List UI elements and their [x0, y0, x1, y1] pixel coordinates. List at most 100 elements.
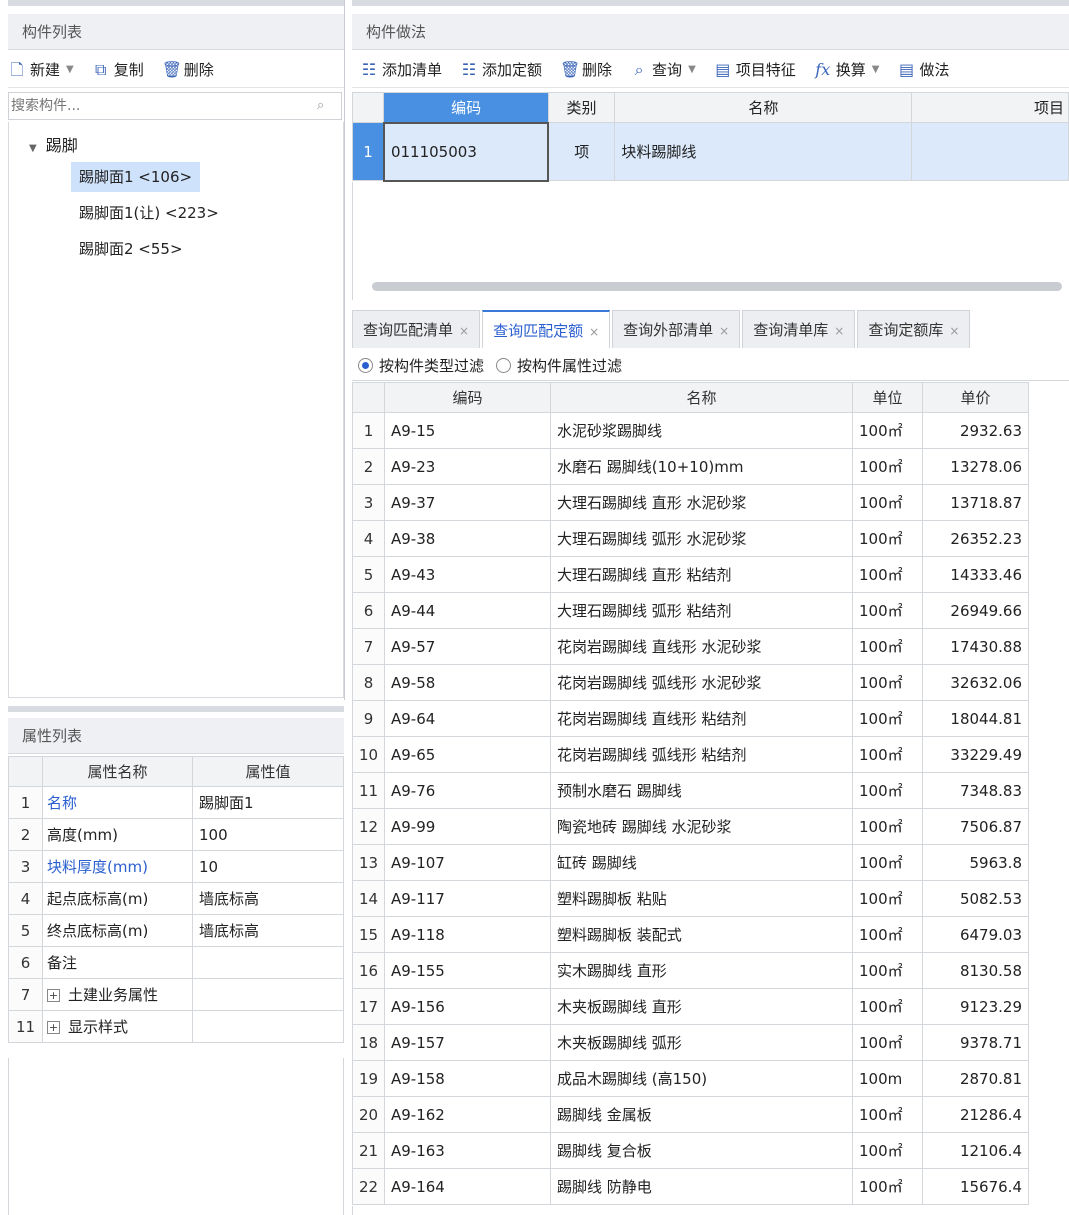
code-cell[interactable]: A9-64 [384, 700, 551, 737]
radio-unselected-icon[interactable] [496, 357, 512, 373]
code-cell[interactable]: A9-118 [384, 916, 551, 953]
panel-drag-strip[interactable] [8, 0, 344, 6]
table-row[interactable]: 18 A9-157 木夹板踢脚线 弧形 100㎡ 9378.71 [352, 1024, 1029, 1061]
code-cell[interactable]: A9-23 [384, 448, 551, 485]
col-price[interactable]: 单价 [922, 382, 1029, 413]
table-row[interactable]: 3 A9-37 大理石踢脚线 直形 水泥砂浆 100㎡ 13718.87 [352, 484, 1029, 521]
unit-cell[interactable]: 100㎡ [852, 1096, 923, 1133]
table-row[interactable]: 2 A9-23 水磨石 踢脚线(10+10)mm 100㎡ 13278.06 [352, 448, 1029, 485]
tree-item[interactable]: 踢脚面2 <55> [71, 234, 191, 264]
close-icon[interactable]: × [834, 324, 844, 338]
add-quota-button[interactable]: ☷ 添加定额 [460, 59, 542, 80]
code-cell[interactable]: A9-15 [384, 412, 551, 449]
prop-value[interactable]: 10 [192, 850, 344, 883]
name-cell[interactable]: 大理石踢脚线 弧形 粘结剂 [550, 592, 853, 629]
code-cell[interactable]: A9-163 [384, 1132, 551, 1169]
code-cell[interactable]: A9-107 [384, 844, 551, 881]
table-row[interactable]: 11 A9-76 预制水磨石 踢脚线 100㎡ 7348.83 [352, 772, 1029, 809]
search-icon[interactable]: ⌕ [317, 98, 331, 113]
prop-value[interactable]: 墙底标高 [192, 914, 344, 947]
filter-by-type-radio[interactable]: 按构件类型过滤 [358, 355, 484, 376]
name-cell[interactable]: 预制水磨石 踢脚线 [550, 772, 853, 809]
code-cell[interactable]: A9-65 [384, 736, 551, 773]
expand-plus-icon[interactable]: + [47, 989, 60, 1002]
col-code[interactable]: 编码 [383, 92, 549, 123]
unit-cell[interactable]: 100㎡ [852, 592, 923, 629]
table-row[interactable]: 11 + 显示样式 [8, 1010, 344, 1043]
prop-group[interactable]: + 土建业务属性 [42, 978, 193, 1011]
table-row[interactable]: 1 011105003 项 块料踢脚线 [351, 121, 1069, 182]
collapse-triangle-icon[interactable]: ▼ [29, 143, 37, 154]
name-cell[interactable]: 实木踢脚线 直形 [550, 952, 853, 989]
price-cell[interactable]: 8130.58 [922, 952, 1029, 989]
close-icon[interactable]: × [949, 324, 959, 338]
table-row[interactable]: 9 A9-64 花岗岩踢脚线 直线形 粘结剂 100㎡ 18044.81 [352, 700, 1029, 737]
table-row[interactable]: 3 块料厚度(mm) 10 [8, 850, 344, 883]
price-cell[interactable]: 32632.06 [922, 664, 1029, 701]
table-row[interactable]: 2 高度(mm) 100 [8, 818, 344, 851]
table-row[interactable]: 19 A9-158 成品木踢脚线 (高150) 100m 2870.81 [352, 1060, 1029, 1097]
table-row[interactable]: 4 起点底标高(m) 墙底标高 [8, 882, 344, 915]
unit-cell[interactable]: 100㎡ [852, 700, 923, 737]
name-cell[interactable]: 缸砖 踢脚线 [550, 844, 853, 881]
table-row[interactable]: 1 A9-15 水泥砂浆踢脚线 100㎡ 2932.63 [352, 412, 1029, 449]
prop-value[interactable] [192, 946, 344, 979]
table-row[interactable]: 7 + 土建业务属性 [8, 978, 344, 1011]
table-row[interactable]: 6 A9-44 大理石踢脚线 弧形 粘结剂 100㎡ 26949.66 [352, 592, 1029, 629]
name-cell[interactable]: 木夹板踢脚线 直形 [550, 988, 853, 1025]
horizontal-scrollbar[interactable] [372, 282, 1062, 291]
col-unit[interactable]: 单位 [852, 382, 923, 413]
code-cell[interactable]: A9-57 [384, 628, 551, 665]
price-cell[interactable]: 14333.46 [922, 556, 1029, 593]
col-item[interactable]: 项目 [911, 92, 1069, 123]
name-cell[interactable]: 花岗岩踢脚线 直线形 粘结剂 [550, 700, 853, 737]
unit-cell[interactable]: 100㎡ [852, 556, 923, 593]
table-row[interactable]: 5 A9-43 大理石踢脚线 直形 粘结剂 100㎡ 14333.46 [352, 556, 1029, 593]
table-row[interactable]: 4 A9-38 大理石踢脚线 弧形 水泥砂浆 100㎡ 26352.23 [352, 520, 1029, 557]
code-cell[interactable]: A9-44 [384, 592, 551, 629]
code-cell[interactable]: A9-38 [384, 520, 551, 557]
unit-cell[interactable]: 100㎡ [852, 988, 923, 1025]
price-cell[interactable]: 18044.81 [922, 700, 1029, 737]
col-name[interactable]: 名称 [550, 382, 853, 413]
delete-method-button[interactable]: 🗑 删除 [560, 59, 612, 80]
code-cell[interactable]: A9-58 [384, 664, 551, 701]
price-cell[interactable]: 2932.63 [922, 412, 1029, 449]
new-button[interactable]: 🗋 新建 ▼ [8, 59, 74, 80]
name-cell[interactable]: 大理石踢脚线 直形 粘结剂 [550, 556, 853, 593]
code-cell[interactable]: A9-99 [384, 808, 551, 845]
code-cell[interactable]: A9-155 [384, 952, 551, 989]
table-row[interactable]: 22 A9-164 踢脚线 防静电 100㎡ 15676.4 [352, 1168, 1029, 1205]
table-row[interactable]: 13 A9-107 缸砖 踢脚线 100㎡ 5963.8 [352, 844, 1029, 881]
tab-query-matched-list[interactable]: 查询匹配清单 × [352, 310, 481, 348]
code-cell[interactable]: A9-37 [384, 484, 551, 521]
unit-cell[interactable]: 100㎡ [852, 1168, 923, 1205]
name-cell[interactable]: 块料踢脚线 [614, 122, 913, 181]
prop-value[interactable]: 踢脚面1 [192, 786, 344, 819]
item-cell[interactable] [911, 122, 1069, 181]
col-name[interactable]: 名称 [614, 92, 913, 123]
price-cell[interactable]: 13278.06 [922, 448, 1029, 485]
unit-cell[interactable]: 100m [852, 1060, 923, 1097]
unit-cell[interactable]: 100㎡ [852, 844, 923, 881]
price-cell[interactable]: 6479.03 [922, 916, 1029, 953]
code-cell[interactable]: A9-158 [384, 1060, 551, 1097]
tab-query-quota-library[interactable]: 查询定额库 × [857, 310, 971, 348]
name-cell[interactable]: 踢脚线 金属板 [550, 1096, 853, 1133]
tree-root-skirting[interactable]: ▼ 踢脚 [29, 132, 78, 156]
code-cell[interactable]: 011105003 [382, 121, 550, 182]
name-cell[interactable]: 陶瓷地砖 踢脚线 水泥砂浆 [550, 808, 853, 845]
unit-cell[interactable]: 100㎡ [852, 916, 923, 953]
table-row[interactable]: 17 A9-156 木夹板踢脚线 直形 100㎡ 9123.29 [352, 988, 1029, 1025]
price-cell[interactable]: 12106.4 [922, 1132, 1029, 1169]
filter-by-attr-radio[interactable]: 按构件属性过滤 [496, 355, 622, 376]
price-cell[interactable]: 9378.71 [922, 1024, 1029, 1061]
code-cell[interactable]: A9-157 [384, 1024, 551, 1061]
chevron-down-icon[interactable]: ▼ [66, 64, 74, 75]
prop-value[interactable]: 墙底标高 [192, 882, 344, 915]
close-icon[interactable]: × [589, 325, 599, 339]
prop-group[interactable]: + 显示样式 [42, 1010, 193, 1043]
code-cell[interactable]: A9-156 [384, 988, 551, 1025]
radio-selected-icon[interactable] [358, 357, 373, 373]
table-row[interactable]: 7 A9-57 花岗岩踢脚线 直线形 水泥砂浆 100㎡ 17430.88 [352, 628, 1029, 665]
